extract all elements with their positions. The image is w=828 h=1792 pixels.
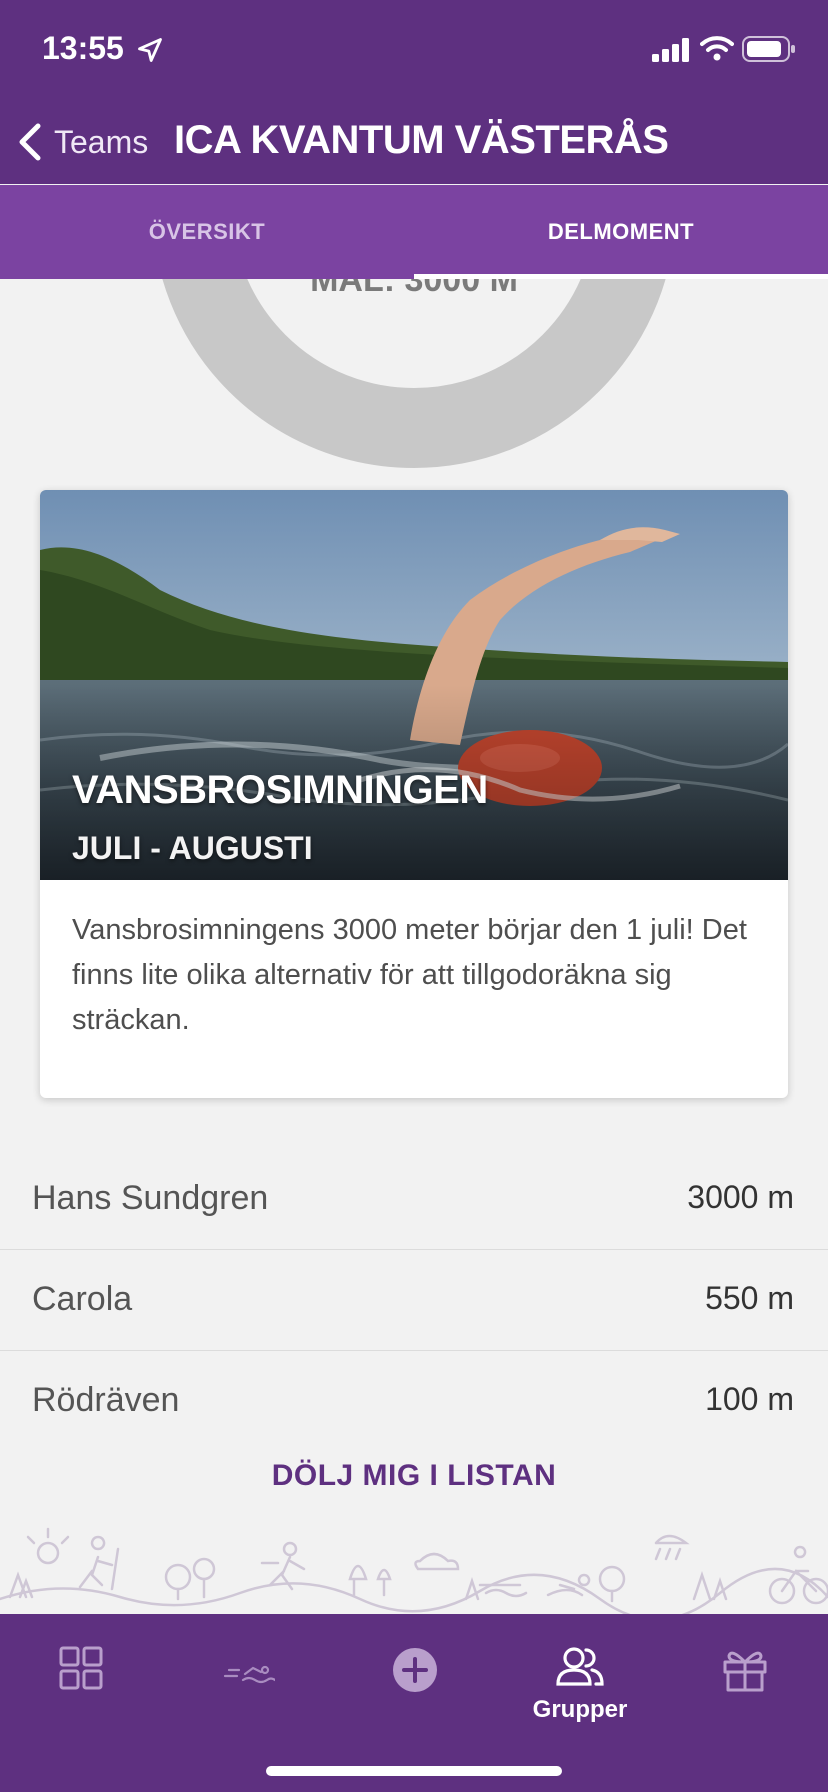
status-bar: 13:55	[0, 0, 828, 100]
segment-tabs: ÖVERSIKT DELMOMENT	[0, 185, 828, 279]
participant-distance: 3000 m	[687, 1179, 794, 1215]
participant-name: Rödräven	[32, 1381, 180, 1419]
participant-name: Hans Sundgren	[32, 1179, 269, 1217]
wifi-icon	[700, 36, 734, 61]
leaderboard-row[interactable]: Carola 550 m	[0, 1250, 828, 1351]
groups-icon	[556, 1647, 604, 1686]
back-button[interactable]: Teams	[14, 118, 148, 166]
tab-bar-dashboard[interactable]	[26, 1644, 136, 1724]
status-time: 13:55	[42, 30, 124, 66]
participant-distance: 100 m	[705, 1381, 794, 1417]
navigation-bar: Teams ICA KVANTUM VÄSTERÅS	[0, 100, 828, 184]
tab-delmoment[interactable]: DELMOMENT	[414, 185, 828, 279]
leaderboard-list: Hans Sundgren 3000 m Carola 550 m Rödräv…	[0, 1149, 828, 1452]
leaderboard-row[interactable]: Hans Sundgren 3000 m	[0, 1149, 828, 1250]
grid-icon	[59, 1646, 103, 1690]
tab-bar-add[interactable]	[360, 1644, 470, 1724]
tab-bar-activity[interactable]	[194, 1644, 304, 1724]
event-title: VANSBROSIMNINGEN	[72, 768, 488, 812]
back-label: Teams	[54, 123, 149, 160]
event-description: Vansbrosimningens 3000 meter börjar den …	[72, 914, 747, 1036]
plus-circle-icon	[393, 1648, 437, 1692]
scroll-content[interactable]: MÅL: 3000 M VANSBROSIMNINGEN JULI - AUGU…	[0, 279, 828, 1614]
event-card[interactable]: VANSBROSIMNINGEN JULI - AUGUSTI Vansbros…	[40, 490, 788, 1098]
progress-ring	[152, 279, 676, 468]
goal-text: MÅL: 3000 M	[310, 279, 518, 299]
gift-icon	[723, 1651, 767, 1692]
swim-icon	[223, 1665, 275, 1684]
tab-bar-label: Grupper	[532, 1696, 628, 1723]
participant-distance: 550 m	[705, 1280, 794, 1316]
swimmer-image	[40, 490, 788, 880]
chevron-left-icon	[19, 123, 41, 161]
header: 13:55 Teams ICA KVANTUM VÄSTERÅS	[0, 0, 828, 184]
hide-me-button[interactable]: DÖLJ MIG I LISTAN	[0, 1459, 828, 1493]
tab-bar-rewards[interactable]	[690, 1644, 800, 1724]
event-period: JULI - AUGUSTI	[72, 830, 313, 866]
home-indicator	[266, 1766, 562, 1776]
battery-icon	[742, 36, 795, 62]
tab-bar-grupper[interactable]: Grupper	[525, 1644, 635, 1724]
signal-icon	[652, 38, 689, 62]
tab-oversikt[interactable]: ÖVERSIKT	[0, 185, 414, 279]
location-arrow-icon	[138, 38, 162, 62]
activity-illustration	[0, 1527, 828, 1614]
participant-name: Carola	[32, 1280, 133, 1318]
page-title: ICA KVANTUM VÄSTERÅS	[174, 118, 669, 162]
leaderboard-row[interactable]: Rödräven 100 m	[0, 1351, 828, 1452]
